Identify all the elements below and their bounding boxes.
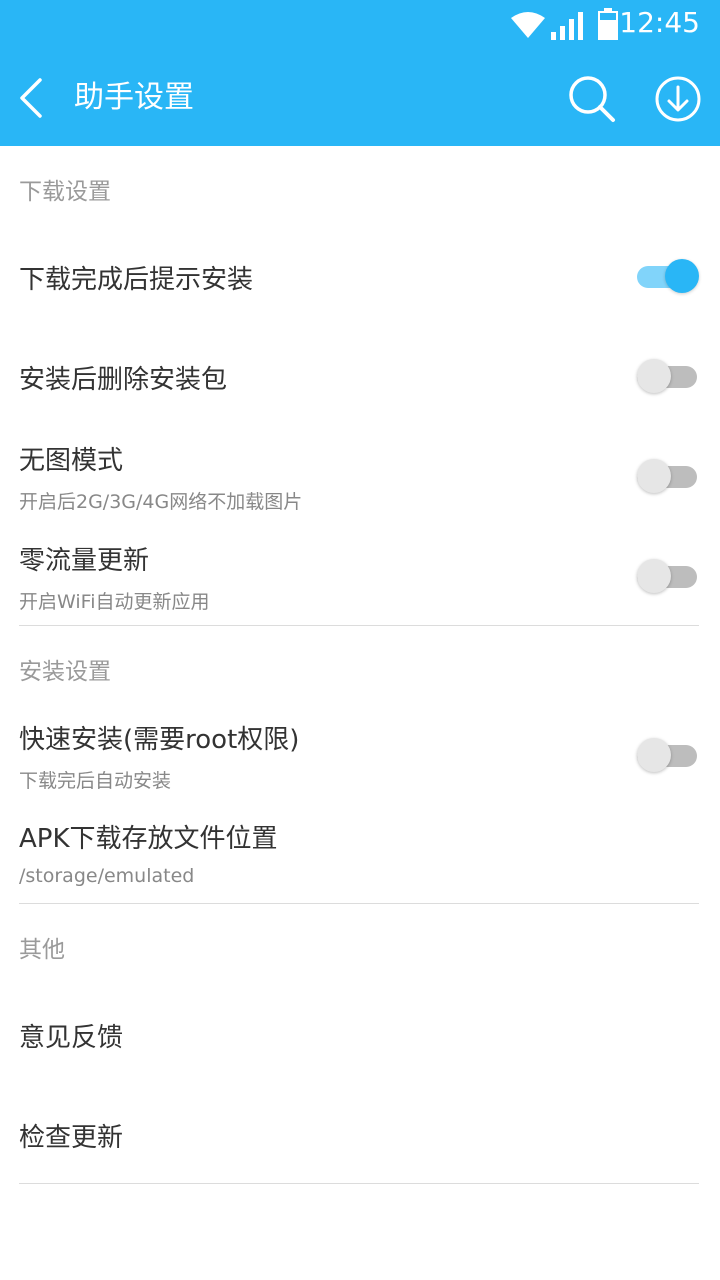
app-bar: 12:45 助手设置 [0, 0, 720, 146]
search-icon [569, 76, 615, 122]
setting-subtitle-quick-install: 下载完后自动安装 [19, 770, 172, 792]
setting-title-install-prompt: 下载完成后提示安装 [19, 265, 254, 295]
toggle-delete-package[interactable] [637, 358, 699, 394]
setting-title-delete-package: 安装后删除安装包 [19, 365, 228, 395]
section-divider [19, 1183, 699, 1184]
back-button[interactable] [14, 76, 54, 120]
toggle-quick-install[interactable] [637, 737, 699, 773]
setting-title-quick-install: 快速安装(需要root权限) [19, 725, 300, 755]
setting-title-zero-traffic-update: 零流量更新 [19, 546, 150, 576]
wifi-icon [511, 12, 545, 38]
section-header-other: 其他 [19, 937, 65, 963]
status-time: 12:45 [619, 6, 700, 39]
setting-title-check-update: 检查更新 [19, 1123, 124, 1153]
section-divider [19, 625, 699, 626]
toggle-no-image-mode[interactable] [637, 458, 699, 494]
chevron-left-icon [20, 78, 42, 118]
toggle-zero-traffic-update[interactable] [637, 558, 699, 594]
section-header-download: 下载设置 [19, 179, 111, 205]
toggle-install-prompt[interactable] [637, 258, 699, 294]
toggle-thumb [637, 359, 671, 393]
signal-icon [551, 12, 583, 40]
toggle-thumb [637, 738, 671, 772]
toggle-thumb [665, 259, 699, 293]
setting-subtitle-zero-traffic-update: 开启WiFi自动更新应用 [19, 591, 210, 613]
battery-icon [598, 8, 618, 40]
setting-title-feedback: 意见反馈 [19, 1023, 124, 1053]
search-button[interactable] [567, 74, 617, 124]
status-bar: 12:45 [0, 0, 720, 48]
toggle-thumb [637, 459, 671, 493]
download-icon [655, 76, 701, 122]
setting-subtitle-no-image-mode: 开启后2G/3G/4G网络不加载图片 [19, 491, 303, 513]
setting-title-apk-location: APK下载存放文件位置 [19, 824, 278, 854]
section-header-install: 安装设置 [19, 659, 111, 685]
section-divider [19, 903, 699, 904]
setting-title-no-image-mode: 无图模式 [19, 446, 124, 476]
page-title: 助手设置 [74, 80, 194, 115]
toggle-thumb [637, 559, 671, 593]
setting-subtitle-apk-location: /storage/emulated [19, 865, 195, 887]
download-button[interactable] [653, 74, 703, 124]
